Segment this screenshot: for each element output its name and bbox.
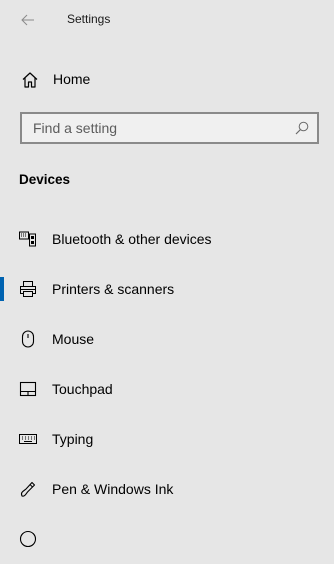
back-button[interactable] (16, 8, 40, 32)
home-icon (22, 72, 38, 88)
sidebar-item-pen[interactable]: Pen & Windows Ink (0, 464, 334, 514)
partial-item-icon (19, 530, 37, 548)
sidebar-item-printers[interactable]: Printers & scanners (0, 264, 334, 314)
touchpad-icon (19, 380, 37, 398)
pen-icon (19, 480, 37, 498)
title-bar: Settings (0, 0, 334, 40)
section-heading: Devices (19, 172, 71, 187)
sidebar-item-label: Pen & Windows Ink (52, 481, 174, 497)
sidebar-item-partial[interactable] (0, 514, 334, 564)
window-title: Settings (67, 12, 111, 26)
printer-icon (19, 280, 37, 298)
search-placeholder: Find a setting (33, 120, 118, 136)
sidebar-item-label: Mouse (52, 331, 95, 347)
sidebar-item-bluetooth[interactable]: Bluetooth & other devices (0, 214, 334, 264)
search-input[interactable]: Find a setting (20, 112, 319, 144)
home-label: Home (53, 71, 91, 87)
search-icon[interactable] (295, 121, 309, 135)
sidebar-item-label: Bluetooth & other devices (52, 231, 212, 247)
devices-nav-list: Bluetooth & other devices Printers & sca… (0, 214, 334, 564)
sidebar-item-label: Printers & scanners (52, 281, 175, 297)
sidebar-item-label: Touchpad (52, 381, 113, 397)
selection-indicator (0, 277, 4, 301)
sidebar-item-typing[interactable]: Typing (0, 414, 334, 464)
bluetooth-devices-icon (19, 230, 37, 248)
mouse-icon (19, 330, 37, 348)
sidebar-item-mouse[interactable]: Mouse (0, 314, 334, 364)
sidebar-item-label: Typing (52, 431, 94, 447)
sidebar-item-touchpad[interactable]: Touchpad (0, 364, 334, 414)
keyboard-icon (19, 430, 37, 448)
home-nav-item[interactable]: Home (0, 62, 334, 98)
back-arrow-icon (21, 14, 34, 26)
